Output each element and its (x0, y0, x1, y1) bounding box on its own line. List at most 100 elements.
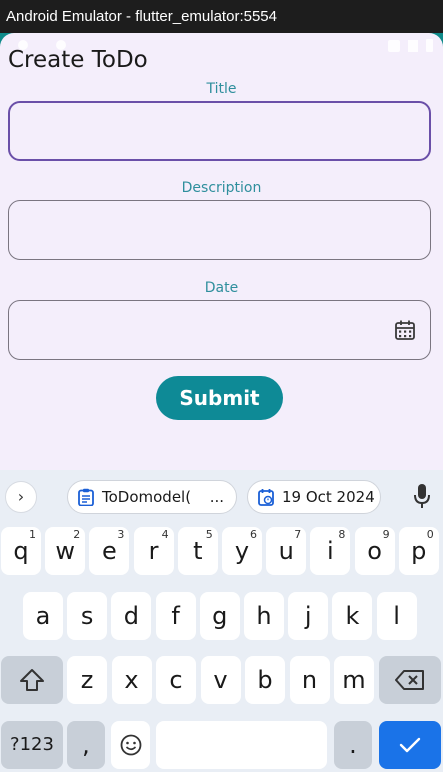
period-key[interactable]: . (334, 721, 372, 769)
chevron-right-icon[interactable]: › (5, 481, 37, 513)
suggestion-chip-ellipsis: ... (209, 488, 224, 506)
key-hint: 5 (205, 528, 213, 541)
key-letter: c (169, 666, 183, 694)
key-l[interactable]: l (376, 592, 417, 640)
key-f[interactable]: f (155, 592, 196, 640)
symbols-key[interactable]: ?123 (1, 721, 63, 769)
key-letter: a (35, 602, 51, 630)
page-title: Create ToDo (8, 47, 148, 73)
key-i[interactable]: i8 (310, 527, 351, 575)
key-w[interactable]: w2 (45, 527, 86, 575)
key-letter: u (278, 537, 294, 565)
key-letter: q (13, 537, 29, 565)
microphone-icon[interactable] (413, 483, 431, 509)
key-u[interactable]: u7 (266, 527, 307, 575)
key-hint: 4 (161, 528, 169, 541)
window-title: Android Emulator - flutter_emulator:5554 (6, 8, 277, 25)
key-letter: m (342, 666, 366, 694)
space-key[interactable] (156, 721, 327, 769)
title-label: Title (206, 81, 237, 97)
enter-key[interactable] (379, 721, 441, 769)
key-letter: o (367, 537, 382, 565)
key-letter: k (345, 602, 360, 630)
key-v[interactable]: v (200, 656, 241, 704)
comma-key[interactable]: , (67, 721, 105, 769)
key-hint: 6 (250, 528, 257, 541)
emoji-icon (120, 734, 141, 756)
key-letter: s (80, 602, 94, 630)
description-label: Description (181, 180, 262, 196)
key-q[interactable]: q1 (1, 527, 41, 575)
key-y[interactable]: y6 (222, 527, 262, 575)
key-hint: 1 (29, 528, 36, 541)
key-t[interactable]: t5 (177, 527, 218, 575)
key-g[interactable]: g (199, 592, 240, 640)
key-letter: p (411, 537, 427, 565)
title-input[interactable] (8, 101, 431, 161)
key-n[interactable]: n (289, 656, 330, 704)
key-j[interactable]: j (288, 592, 329, 640)
key-letter: t (193, 537, 203, 565)
key-letter: g (212, 602, 228, 630)
suggestion-chip-date-text: 19 Oct 2024 (282, 488, 375, 506)
key-c[interactable]: c (156, 656, 196, 704)
date-label: Date (204, 280, 239, 296)
key-x[interactable]: x (111, 656, 152, 704)
key-letter: y (234, 537, 250, 565)
suggestion-chip-text: ToDomodel( (102, 488, 192, 506)
key-hint: 8 (338, 528, 346, 541)
key-letter: x (124, 666, 139, 694)
suggestion-strip: › ToDomodel( ... 19 Oct 2024 (0, 470, 443, 522)
key-letter: e (102, 537, 117, 565)
soft-keyboard: › ToDomodel( ... 19 Oct 2024 ?123 , . q … (0, 470, 443, 772)
backspace-key[interactable] (379, 656, 441, 704)
key-letter: w (55, 537, 75, 565)
key-hint: 3 (117, 528, 125, 541)
shift-key[interactable] (1, 656, 63, 704)
key-b[interactable]: b (245, 656, 285, 704)
calendar-icon[interactable] (394, 319, 416, 341)
key-s[interactable]: s (67, 592, 108, 640)
key-letter: b (257, 666, 273, 694)
signal-icon (408, 40, 419, 52)
key-letter: d (123, 602, 139, 630)
window-titlebar: Android Emulator - flutter_emulator:5554 (0, 0, 443, 33)
suggestion-chip-clipboard[interactable]: ToDomodel( ... (67, 480, 237, 514)
key-hint: 0 (426, 528, 434, 541)
key-letter: j (304, 602, 312, 630)
emoji-key[interactable] (111, 721, 150, 769)
key-hint: 7 (294, 528, 302, 541)
clipboard-icon (78, 488, 94, 506)
calendar-clock-icon (258, 489, 274, 506)
key-hint: 9 (382, 528, 390, 541)
suggestion-chip-date[interactable]: 19 Oct 2024 (247, 480, 381, 514)
key-hint: 2 (73, 528, 81, 541)
key-m[interactable]: m (334, 656, 374, 704)
description-input[interactable] (8, 200, 431, 260)
key-p[interactable]: p0 (398, 527, 439, 575)
key-z[interactable]: z (67, 656, 107, 704)
key-k[interactable]: k (332, 592, 373, 640)
submit-button[interactable]: Submit (156, 376, 283, 420)
checkmark-icon (399, 737, 421, 753)
key-a[interactable]: a (23, 592, 63, 640)
key-e[interactable]: e3 (89, 527, 130, 575)
shift-icon (20, 669, 44, 691)
date-input[interactable] (8, 300, 431, 360)
key-d[interactable]: d (111, 592, 152, 640)
key-letter: z (80, 666, 94, 694)
status-icons (385, 37, 435, 53)
key-letter: i (327, 537, 334, 565)
key-letter: v (213, 666, 228, 694)
wifi-icon (388, 40, 400, 52)
key-letter: l (393, 602, 400, 630)
backspace-icon (395, 670, 424, 690)
key-letter: n (301, 666, 318, 694)
key-letter: r (148, 537, 159, 565)
app-screen: Create ToDo Title Description Date Submi… (0, 33, 443, 470)
key-letter: f (171, 602, 180, 630)
battery-icon (426, 39, 434, 52)
key-r[interactable]: r4 (133, 527, 174, 575)
key-h[interactable]: h (244, 592, 284, 640)
key-o[interactable]: o9 (354, 527, 395, 575)
